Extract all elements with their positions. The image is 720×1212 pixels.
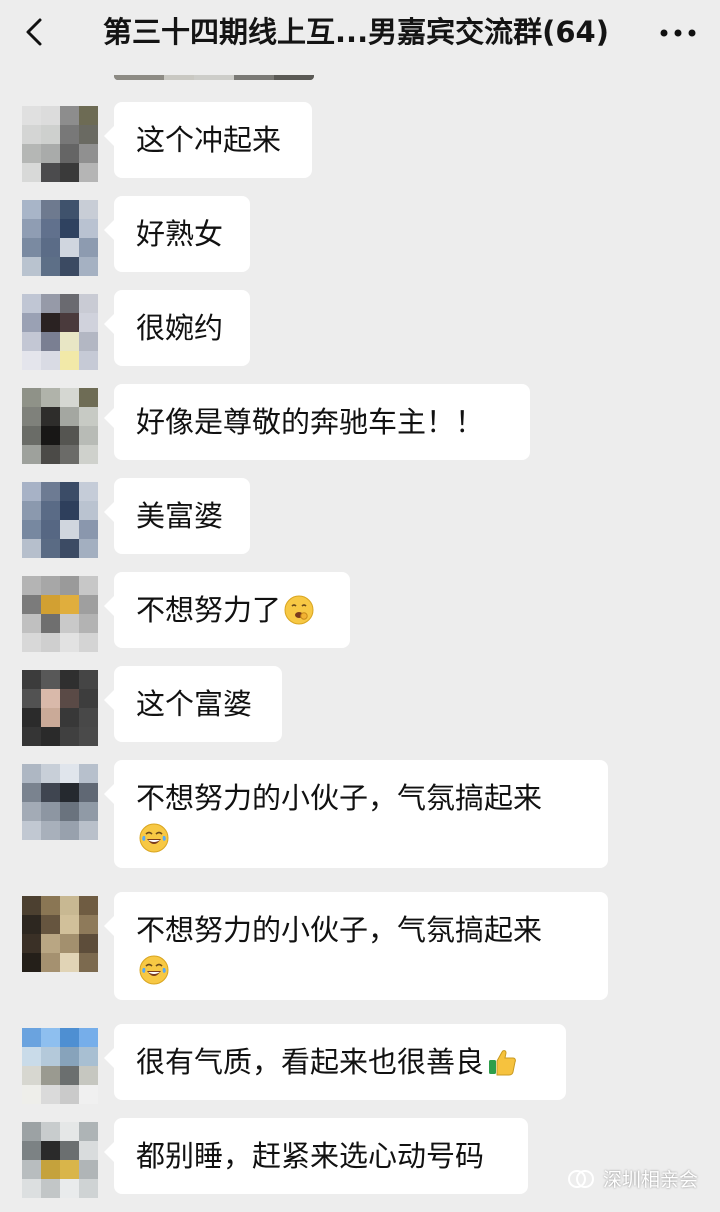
previous-image-message-edge[interactable]	[114, 70, 314, 80]
message-text: 很有气质，看起来也很善良	[136, 1045, 485, 1079]
wechat-official-account-icon	[567, 1169, 594, 1188]
message-bubble[interactable]: 美富婆	[104, 478, 250, 554]
message-bubble[interactable]: 好熟女	[104, 196, 250, 272]
tears-of-joy-emoji-icon	[138, 822, 170, 854]
avatar[interactable]	[22, 106, 98, 182]
message-text: 很婉约	[136, 311, 224, 345]
watermark-label: 深圳相亲会	[602, 1169, 698, 1191]
message-bubble[interactable]: 很有气质，看起来也很善良	[104, 1024, 566, 1100]
avatar[interactable]	[22, 896, 98, 972]
message-bubble[interactable]: 不想努力的小伙子，气氛搞起来	[104, 760, 608, 868]
avatar[interactable]	[22, 576, 98, 652]
avatar[interactable]	[22, 294, 98, 370]
message-text: 好熟女	[136, 217, 224, 251]
watermark: 深圳相亲会	[567, 1165, 698, 1192]
message-text: 不想努力了	[136, 593, 282, 627]
message-text: 不想努力的小伙子，气氛搞起来	[136, 781, 543, 815]
message-text: 美富婆	[136, 499, 224, 533]
message-text: 这个富婆	[136, 687, 253, 721]
message-text: 好像是尊敬的奔驰车主！！	[136, 405, 485, 439]
message-bubble[interactable]: 这个富婆	[104, 666, 282, 742]
avatar[interactable]	[22, 482, 98, 558]
back-button[interactable]	[18, 14, 54, 50]
thumbs-up-emoji-icon	[486, 1046, 518, 1078]
tears-of-joy-emoji-icon	[138, 954, 170, 986]
message-bubble[interactable]: 这个冲起来	[104, 102, 312, 178]
avatar[interactable]	[22, 1122, 98, 1198]
message-text: 这个冲起来	[136, 123, 282, 157]
avatar[interactable]	[22, 200, 98, 276]
message-bubble[interactable]: 不想努力的小伙子，气氛搞起来	[104, 892, 608, 1000]
chat-header: 第三十四期线上互...男嘉宾交流群(64)	[0, 0, 720, 66]
chat-title: 第三十四期线上互...男嘉宾交流群(64)	[103, 15, 609, 49]
message-text: 不想努力的小伙子，气氛搞起来	[136, 913, 543, 947]
avatar[interactable]	[22, 388, 98, 464]
yawning-face-emoji-icon	[283, 594, 315, 626]
message-bubble[interactable]: 好像是尊敬的奔驰车主！！	[104, 384, 530, 460]
message-bubble[interactable]: 很婉约	[104, 290, 250, 366]
message-bubble[interactable]: 不想努力了	[104, 572, 350, 648]
avatar[interactable]	[22, 1028, 98, 1104]
message-bubble[interactable]: 都别睡，赶紧来选心动号码	[104, 1118, 528, 1194]
chevron-left-icon	[26, 18, 42, 46]
message-text: 都别睡，赶紧来选心动号码	[136, 1139, 485, 1173]
more-button[interactable]	[656, 20, 700, 46]
avatar[interactable]	[22, 670, 98, 746]
more-icon	[660, 29, 696, 37]
avatar[interactable]	[22, 764, 98, 840]
